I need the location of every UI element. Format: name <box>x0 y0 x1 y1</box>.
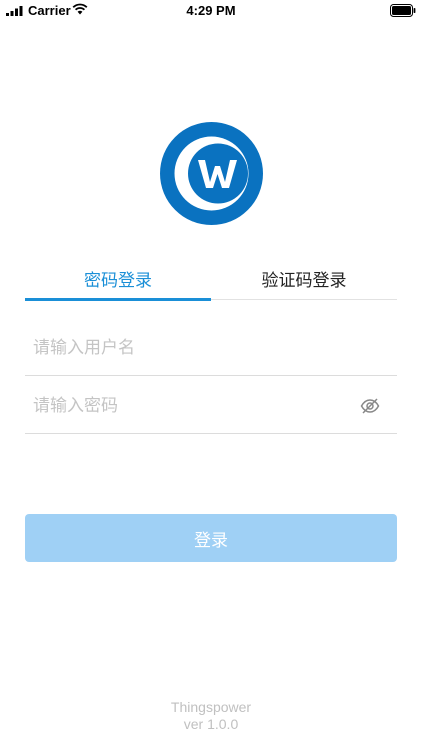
footer-version: ver 1.0.0 <box>183 716 239 732</box>
username-input[interactable] <box>25 337 397 358</box>
tab-code-login[interactable]: 验证码登录 <box>211 256 397 300</box>
login-tabs: 密码登录 验证码登录 <box>25 256 397 301</box>
password-field-row <box>25 378 397 434</box>
company-logo-icon <box>160 122 263 225</box>
tab-password-login[interactable]: 密码登录 <box>25 256 211 301</box>
login-screen: Carrier 4:29 PM 密码登录 验证码登录 请输入用户名 登录 Thi… <box>0 0 422 750</box>
status-time: 4:29 PM <box>186 3 236 18</box>
eye-off-icon[interactable] <box>359 395 381 417</box>
password-input[interactable] <box>25 395 359 416</box>
battery-icon <box>390 4 416 17</box>
tab-label: 密码登录 <box>84 270 152 291</box>
status-bar: Carrier 4:29 PM <box>0 0 422 22</box>
login-button[interactable]: 登录 <box>25 514 397 562</box>
username-field-row <box>25 320 397 376</box>
tab-label: 验证码登录 <box>261 270 347 291</box>
footer-brand: Thingspower <box>170 699 252 715</box>
